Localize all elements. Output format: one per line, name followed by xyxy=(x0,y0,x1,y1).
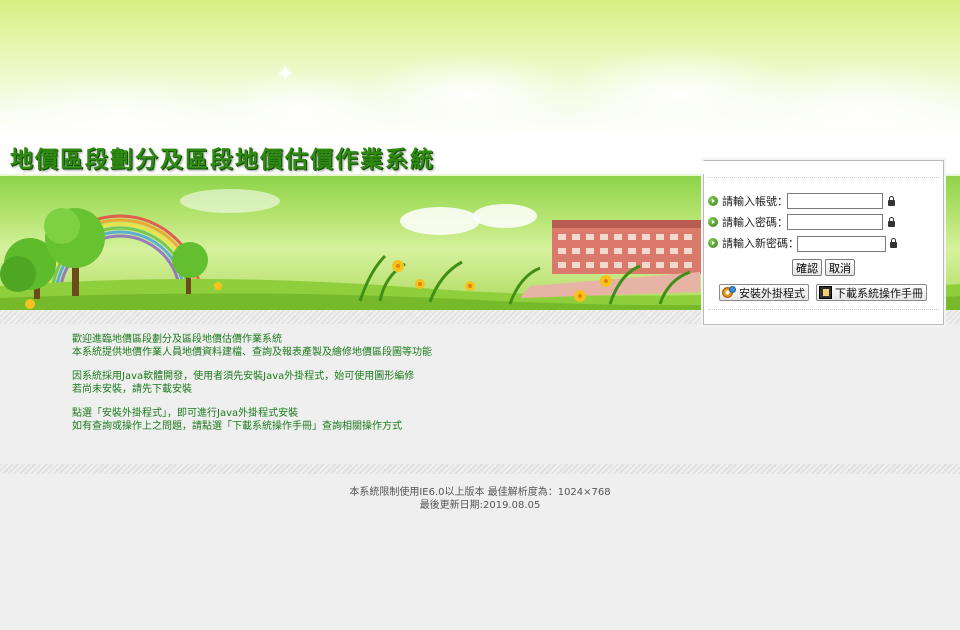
password-label: 請輸入密碼： xyxy=(722,216,788,229)
confirm-button[interactable]: 確認 xyxy=(792,259,822,276)
lock-icon xyxy=(887,217,896,227)
intro-line: 因系統採用Java軟體開發，使用者須先安裝Java外掛程式，始可使用圖形編修 xyxy=(72,371,415,382)
lock-icon xyxy=(887,196,896,206)
divider xyxy=(708,309,939,310)
login-panel: 請輸入帳號： 請輸入密碼： 請輸入新密碼： 確認 取消 安裝外掛程式 下載系統操… xyxy=(690,160,944,325)
intro-line: 若尚未安裝，請先下載安裝 xyxy=(72,383,192,395)
intro-line: 本系統提供地價作業人員地價資料建檔、查詢及報表產製及繪修地價區段圖等功能 xyxy=(72,346,432,358)
intro-line: 歡迎進臨地價區段劃分及區段地價估價作業系統 xyxy=(72,334,282,345)
intro-line: 點選「安裝外掛程式」，即可進行Java外掛程式安裝 xyxy=(72,408,299,419)
password-input[interactable] xyxy=(787,214,883,230)
footer: 本系統限制使用IE6.0以上版本 最佳解析度為：1024×768 最後更新日期:… xyxy=(0,486,960,512)
password-row: 請輸入密碼： xyxy=(708,214,788,230)
new-password-row: 請輸入新密碼： xyxy=(708,235,799,251)
intro-line: 如有查詢或操作上之問題，請點選「下載系統操作手冊」查詢相關操作方式 xyxy=(72,420,402,432)
account-input[interactable] xyxy=(787,193,883,209)
install-plugin-button[interactable]: 安裝外掛程式 xyxy=(719,284,809,301)
new-password-input[interactable] xyxy=(797,236,886,252)
install-plugin-label: 安裝外掛程式 xyxy=(739,286,805,300)
new-password-label: 請輸入新密碼： xyxy=(722,237,799,250)
sparkle-icon: ✦ xyxy=(276,62,295,87)
login-panel-corner xyxy=(690,160,704,174)
bullet-arrow-icon xyxy=(708,196,718,206)
lock-icon xyxy=(889,238,898,248)
page-title: 地價區段劃分及區段地價估價作業系統 xyxy=(10,146,435,173)
gear-plugin-icon xyxy=(722,286,736,299)
last-updated: 最後更新日期:2019.08.05 xyxy=(419,500,541,511)
bullet-arrow-icon xyxy=(708,238,718,248)
cancel-button[interactable]: 取消 xyxy=(825,259,855,276)
manual-book-icon xyxy=(819,286,832,299)
account-row: 請輸入帳號： xyxy=(708,193,788,209)
divider xyxy=(708,177,939,178)
intro-text: 歡迎進臨地價區段劃分及區段地價估價作業系統 本系統提供地價作業人員地價資料建檔、… xyxy=(72,334,432,433)
download-manual-button[interactable]: 下載系統操作手冊 xyxy=(816,284,927,301)
account-label: 請輸入帳號： xyxy=(722,195,788,208)
bullet-arrow-icon xyxy=(708,217,718,227)
footer-divider xyxy=(0,464,960,474)
browser-note: 本系統限制使用IE6.0以上版本 最佳解析度為：1024×768 xyxy=(349,487,611,498)
download-manual-label: 下載系統操作手冊 xyxy=(835,286,923,300)
